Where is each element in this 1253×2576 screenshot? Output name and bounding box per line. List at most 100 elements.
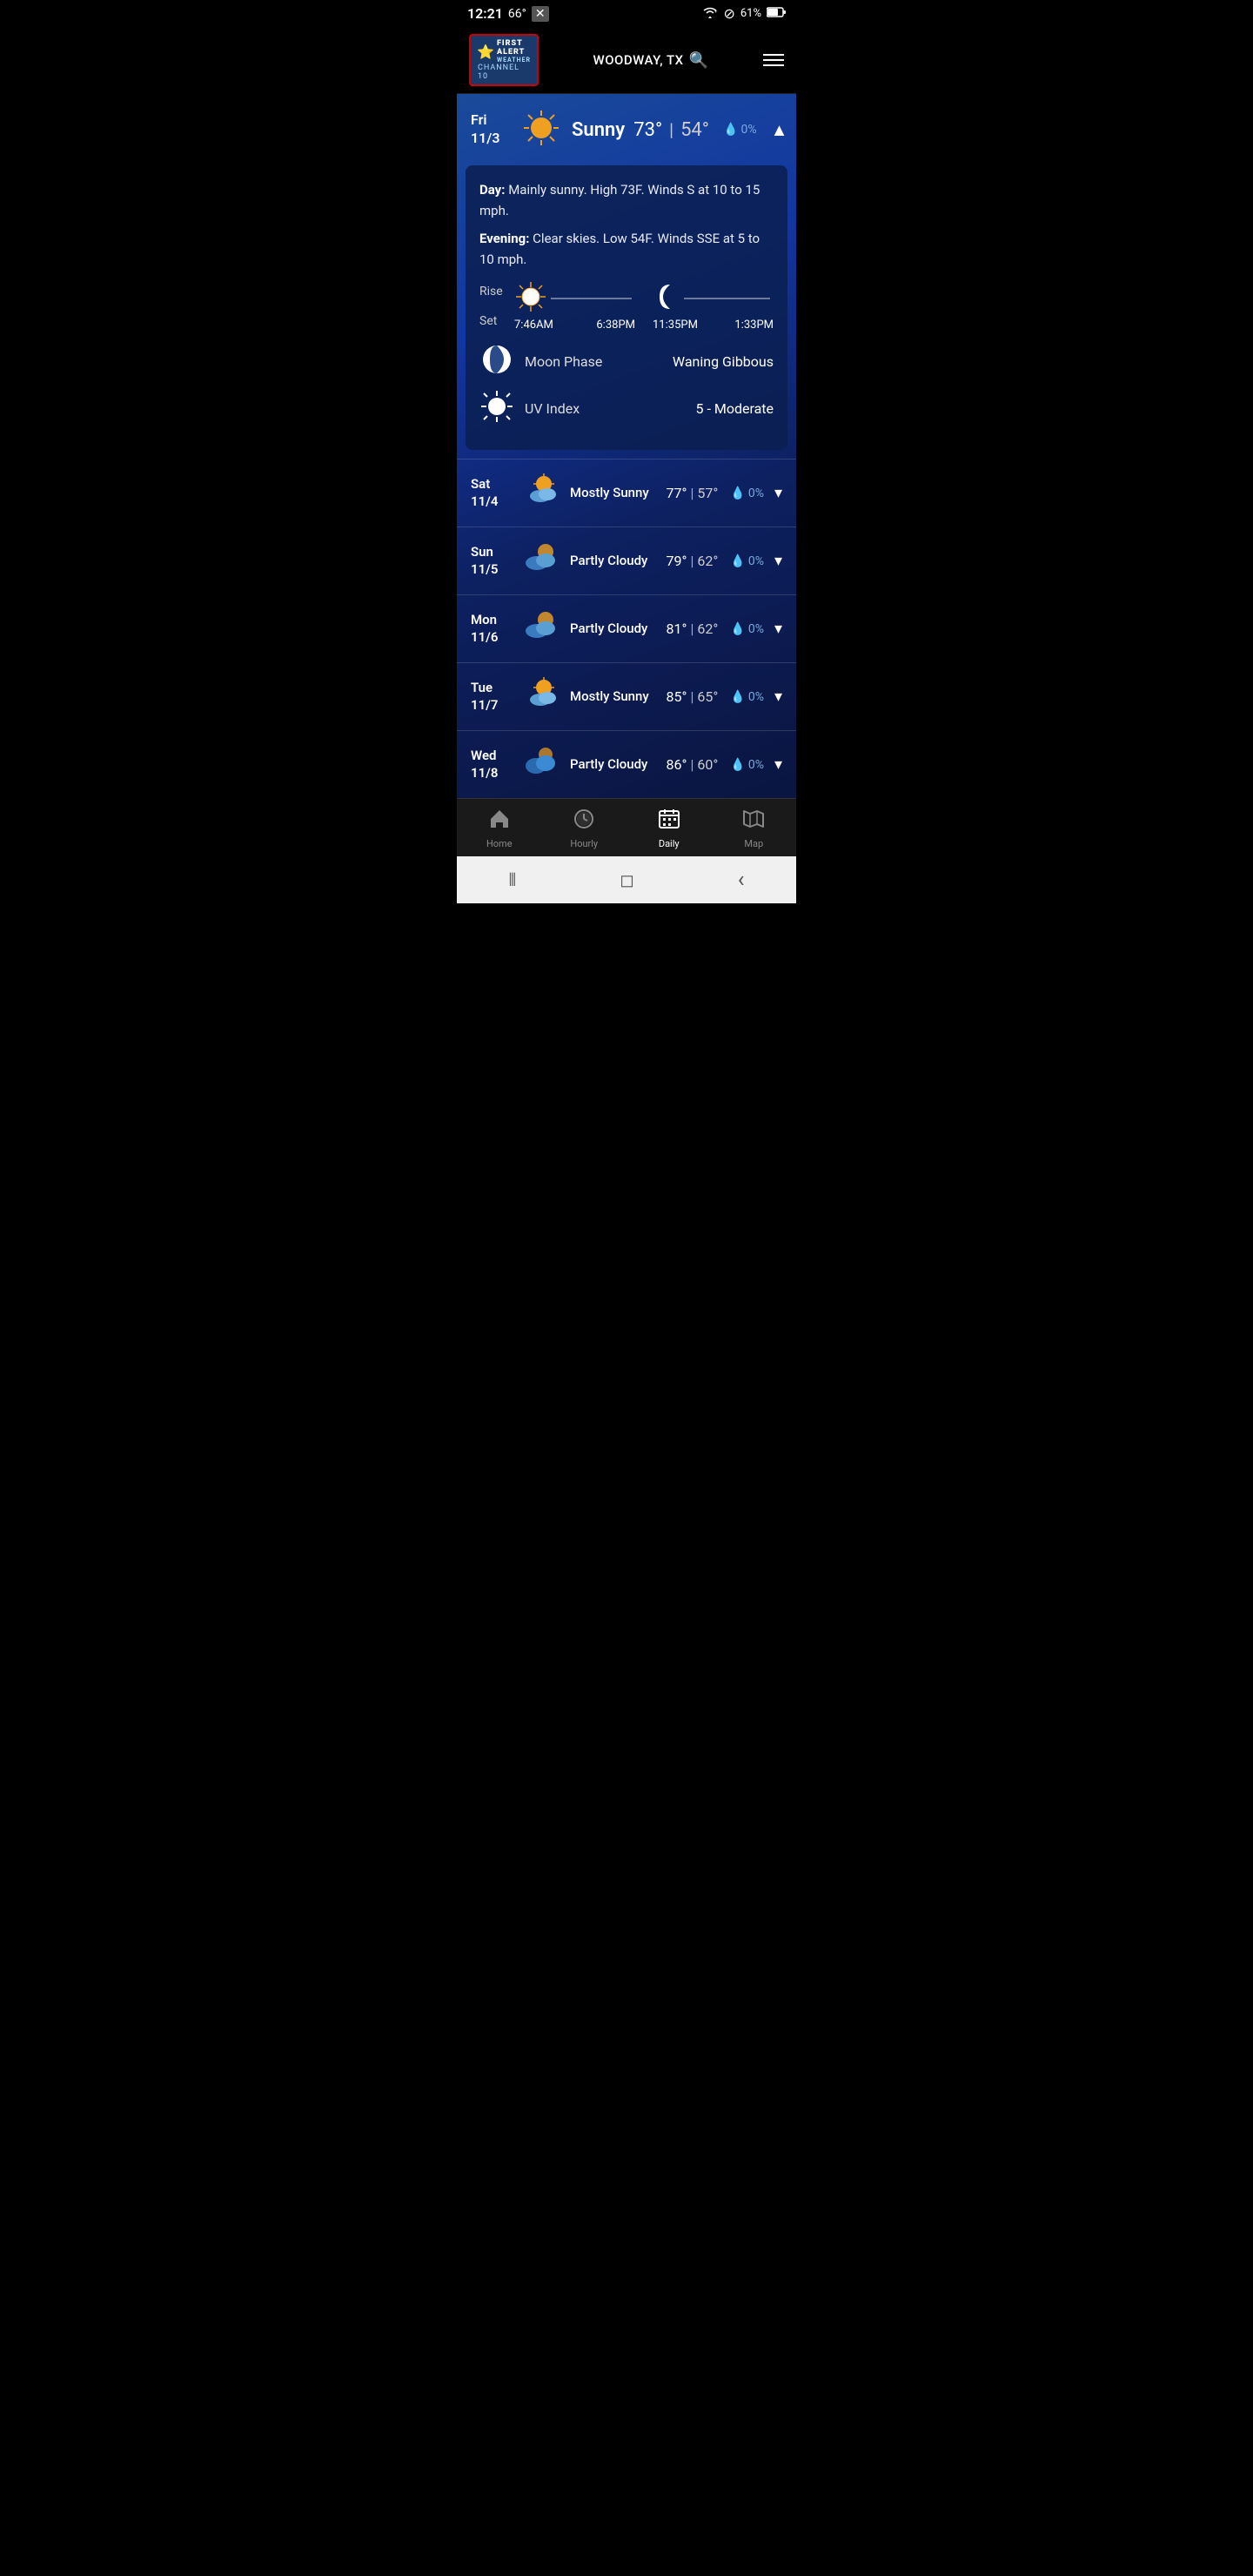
tue-icon [525,675,559,718]
rain-drop-icon: 💧 [730,690,745,704]
moon-phase-icon [479,342,514,380]
status-bar: 12:21 66° ✕ + ⊘ 61% [457,0,796,27]
hourly-label: Hourly [570,838,598,849]
android-recent[interactable]: ⦀ [508,869,516,890]
tue-rain: 💧 0% [730,690,764,704]
day-detail-text: Day: Mainly sunny. High 73F. Winds S at … [479,179,774,221]
logo-star: ⭐ [477,44,494,60]
moon-rise-time: 11:35PM [653,319,698,332]
today-temps: 73° | 54° [633,119,709,141]
sun-rise-time: 7:46AM [514,319,553,332]
battery-pct: 61% [740,7,761,20]
wed-high: 86° [667,756,687,773]
android-nav: ⦀ ◻ ‹ [457,856,796,903]
tue-temps: 85° | 65° [667,688,719,705]
sun-high: 79° [667,553,687,569]
status-left: 12:21 66° ✕ [467,5,549,22]
sun-set-time: 6:38PM [596,319,635,332]
sun-icon [525,540,559,582]
logo-channel: CHANNEL 10 [478,64,530,81]
mon-temps: 81° | 62° [667,621,719,637]
battery-icon [767,7,786,21]
rain-drop-icon: 💧 [730,758,745,772]
forecast-row-wed[interactable]: Wed 11/8 Partly Cloudy 86° | 60° 💧 0% [457,730,796,798]
sat-temps: 77° | 57° [667,485,719,501]
today-expand-icon[interactable]: ▲ [771,119,788,141]
android-home[interactable]: ◻ [620,869,634,890]
wed-chevron: ▾ [774,755,782,774]
moon-set-time: 1:33PM [734,319,774,332]
moon-phase-label: Moon Phase [525,353,662,370]
nav-home[interactable]: Home [457,808,542,849]
today-detail-panel: Day: Mainly sunny. High 73F. Winds S at … [466,165,787,450]
today-rain: 💧 0% [723,123,757,137]
moon-icon-sm [653,280,680,317]
rain-drop-icon: 💧 [730,554,745,568]
mon-high: 81° [667,621,687,637]
nav-hourly[interactable]: Hourly [542,808,627,849]
sat-icon [525,472,559,514]
sun-icon-sm [514,280,547,317]
today-weather-icon [519,106,563,153]
forecast-row-tue[interactable]: Tue 11/7 Mostly Sunny 85° | [457,662,796,730]
sat-high: 77° [667,485,687,501]
menu-button[interactable] [763,54,784,66]
sat-condition: Mostly Sunny [570,485,660,502]
daily-icon [658,808,680,835]
logo-weather-text: WEATHER [497,57,531,64]
sat-chevron: ▾ [774,484,782,502]
evening-detail-text: Evening: Clear skies. Low 54F. Winds SSE… [479,228,774,270]
sun-rise-set-row: Rise Set [479,280,774,332]
mon-rain: 💧 0% [730,622,764,636]
mon-chevron: ▾ [774,620,782,638]
status-temp: 66° [508,7,526,21]
wifi-icon: + [702,6,718,22]
sat-day: Sat 11/4 [471,476,514,510]
sun-low: 62° [697,553,718,569]
tue-condition: Mostly Sunny [570,688,660,706]
tue-day: Tue 11/7 [471,680,514,714]
moon-phase-value: Waning Gibbous [673,353,774,370]
mon-day: Mon 11/6 [471,612,514,646]
today-rain-pct: 0% [740,123,756,137]
today-day: Fri 11/3 [471,111,511,148]
sun-condition: Partly Cloudy [570,553,660,570]
forecast-row-mon[interactable]: Mon 11/6 Partly Cloudy 81° | 62° 💧 0% [457,594,796,662]
today-low: 54° [680,119,709,141]
location-text: WOODWAY, TX [593,52,684,68]
nav-daily[interactable]: Daily [626,808,712,849]
uv-index-label: UV Index [525,400,686,417]
hourly-icon [573,808,595,835]
search-icon[interactable]: 🔍 [689,51,709,70]
tue-low: 65° [697,688,718,705]
location-display: WOODWAY, TX 🔍 [593,51,709,70]
tue-chevron: ▾ [774,688,782,706]
rain-drop-icon: 💧 [730,486,745,500]
forecast-row-sun[interactable]: Sun 11/5 Partly Cloudy 79° | 62° 💧 0% [457,527,796,594]
uv-index-value: 5 - Moderate [696,400,774,417]
sun-day: Sun 11/5 [471,544,514,578]
wed-icon [525,743,559,786]
rise-label: Rise [479,285,506,299]
bottom-nav: Home Hourly Dai [457,798,796,856]
wed-condition: Partly Cloudy [570,756,660,774]
today-condition: Sunny [572,119,625,141]
app-logo[interactable]: ⭐ FIRST ALERT WEATHER CHANNEL 10 [469,34,539,86]
nav-map[interactable]: Map [712,808,797,849]
map-icon [742,808,765,835]
home-icon [488,808,511,835]
status-time: 12:21 [467,5,503,22]
wed-low: 60° [697,756,718,773]
sun-section: Rise Set [479,280,774,332]
map-label: Map [744,838,763,849]
wed-temps: 86° | 60° [667,756,719,773]
notification-icon: ✕ [532,6,549,22]
sat-rain: 💧 0% [730,486,764,500]
daily-label: Daily [659,838,680,849]
today-header-row[interactable]: Fri 11/3 Sunny 73° | [457,94,796,165]
mon-icon [525,607,559,650]
forecast-row-sat[interactable]: Sat 11/4 Mostly Sunny 77° [457,459,796,527]
status-right: + ⊘ 61% [702,5,786,22]
android-back[interactable]: ‹ [738,867,745,893]
home-label: Home [486,838,513,849]
